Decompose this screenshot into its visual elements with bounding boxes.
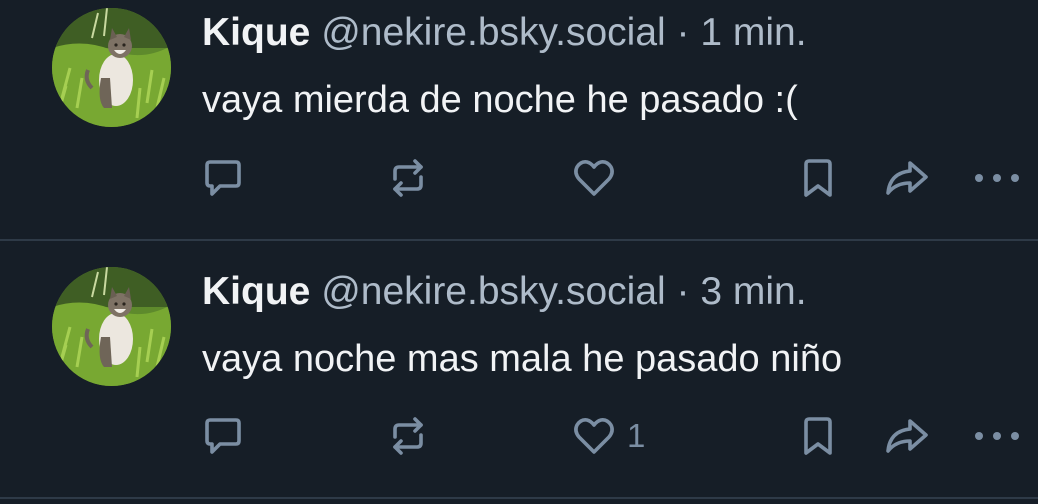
more-options-button[interactable] [972,148,1022,208]
repost-icon [393,417,423,455]
post-header: Kique @nekire.bsky.social · 3 min. [202,269,807,315]
more-icon [975,432,1019,440]
repost-button[interactable] [385,148,431,208]
reply-icon [205,418,241,454]
share-icon [886,419,928,453]
like-button[interactable]: 1 [571,406,645,466]
separator-dot: · [676,270,690,313]
post-header: Kique @nekire.bsky.social · 1 min. [202,10,807,56]
like-button[interactable] [571,148,627,208]
like-count: 1 [627,417,646,454]
cat-avatar-image [52,267,171,386]
repost-button[interactable] [385,406,431,466]
share-button[interactable] [882,148,932,208]
more-options-button[interactable] [972,406,1022,466]
reply-icon [205,160,241,196]
heart-icon [574,160,614,196]
share-icon [886,161,928,195]
post[interactable]: Kique @nekire.bsky.social · 1 min. vaya … [0,0,1038,241]
author-name[interactable]: Kique [202,11,310,54]
post[interactable]: Kique @nekire.bsky.social · 3 min. vaya … [0,241,1038,499]
bookmark-button[interactable] [795,406,841,466]
share-button[interactable] [882,406,932,466]
repost-icon [393,159,423,197]
author-handle[interactable]: @nekire.bsky.social [321,11,666,54]
cat-avatar-image [52,8,171,127]
reply-button[interactable] [200,406,246,466]
post-actions [0,148,1038,208]
bookmark-icon [804,159,832,197]
post-text: vaya mierda de noche he pasado :( [202,79,798,121]
reply-button[interactable] [200,148,246,208]
post-actions: 1 [0,406,1038,466]
feed: Kique @nekire.bsky.social · 1 min. vaya … [0,0,1038,504]
author-handle[interactable]: @nekire.bsky.social [321,270,666,313]
avatar[interactable] [52,8,171,127]
post-timestamp[interactable]: 1 min. [700,11,806,54]
avatar[interactable] [52,267,171,386]
author-name[interactable]: Kique [202,270,310,313]
bookmark-icon [804,417,832,455]
post-timestamp[interactable]: 3 min. [700,270,806,313]
heart-icon [574,418,614,454]
post-text: vaya noche mas mala he pasado niño [202,338,843,380]
bookmark-button[interactable] [795,148,841,208]
separator-dot: · [676,11,690,54]
more-icon [975,174,1019,182]
